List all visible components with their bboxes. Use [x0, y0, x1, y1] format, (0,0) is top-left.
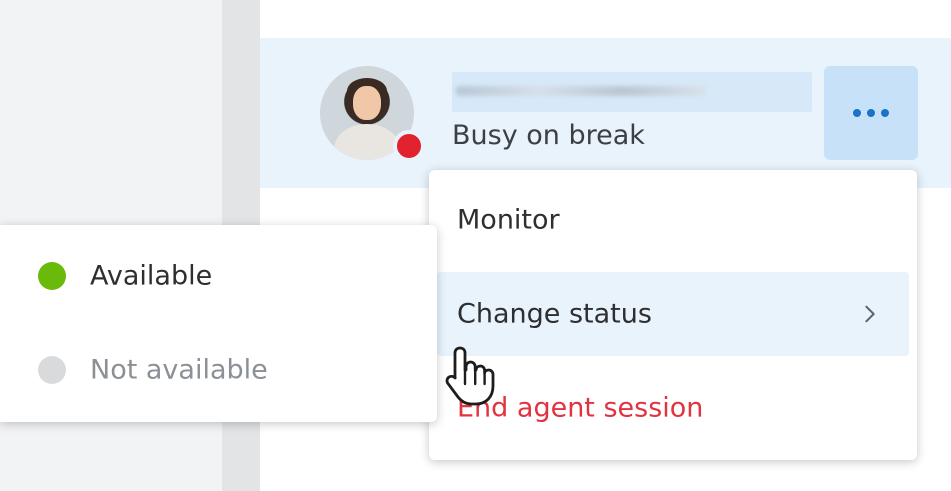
not-available-status-dot [38, 356, 66, 384]
status-submenu: Available Not available [0, 225, 437, 422]
hand-cursor-icon [445, 346, 495, 406]
chevron-right-icon [865, 305, 875, 323]
status-option-label: Available [90, 260, 213, 292]
status-option-label: Not available [90, 354, 268, 386]
agent-status-text: Busy on break [452, 120, 645, 151]
menu-item-label: Change status [457, 298, 652, 330]
busy-status-indicator [393, 130, 425, 162]
avatar-face [353, 86, 381, 120]
avatar-body [334, 124, 400, 160]
menu-item-change-status[interactable]: Change status [437, 272, 909, 356]
more-actions-button[interactable] [824, 66, 918, 160]
agent-context-menu: Monitor Change status End agent session [429, 170, 917, 460]
menu-item-end-agent-session[interactable]: End agent session [429, 366, 917, 450]
redacted-name-blur [456, 86, 706, 96]
more-horizontal-icon [853, 109, 889, 117]
status-option-not-available[interactable]: Not available [0, 325, 437, 415]
agent-name-redacted [452, 72, 812, 112]
available-status-dot [38, 262, 66, 290]
status-option-available[interactable]: Available [0, 231, 437, 321]
menu-item-label: Monitor [457, 204, 560, 236]
menu-item-monitor[interactable]: Monitor [429, 178, 917, 262]
